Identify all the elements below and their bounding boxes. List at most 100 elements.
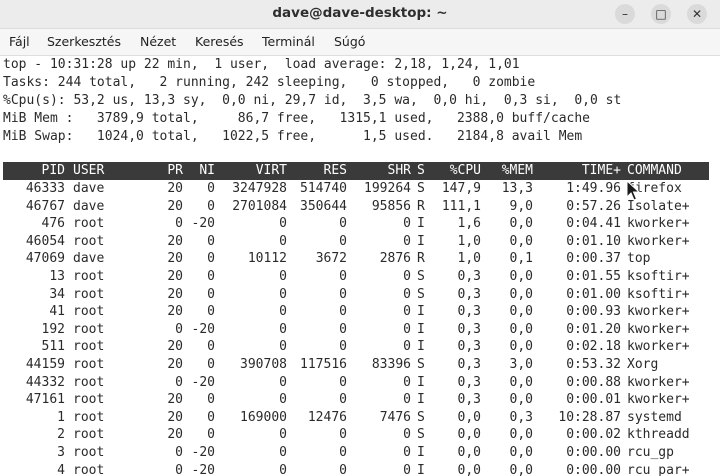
cell-pid: 46333 [25, 181, 65, 196]
menu-view[interactable]: Nézet [140, 34, 176, 49]
process-row: 34 root 20 0 0 0 0 S 0,3 0,0 0:01.00 ksoftir+ [3, 286, 709, 304]
cell-res: 0 [339, 462, 347, 476]
menu-file[interactable]: Fájl [9, 34, 30, 49]
cell-virt: 0 [279, 427, 287, 443]
cell-shr: 0 [403, 304, 411, 320]
cell-pid: 34 [49, 286, 65, 302]
cell-state: S [417, 409, 425, 425]
cell-time: 0:00.02 [566, 427, 621, 443]
cell-pr: 20 [167, 286, 183, 302]
cell-mem: 0,0 [509, 427, 533, 443]
cell-cpu: 0,0 [457, 427, 481, 443]
cell-pr: 20 [167, 357, 183, 372]
window-titlebar[interactable]: dave@dave-desktop: ~ – □ ✕ [0, 0, 720, 29]
cell-user: dave [73, 181, 105, 196]
cell-pr: 20 [167, 304, 183, 320]
cell-time: 0:53.32 [566, 357, 621, 372]
cell-cpu: 0,3 [457, 374, 481, 390]
cell-res: 0 [339, 216, 347, 232]
window-title: dave@dave-desktop: ~ [272, 5, 448, 21]
col-shr: SHR [387, 163, 411, 178]
col-cpu: %CPU [449, 163, 481, 178]
cell-pr: 20 [167, 409, 183, 425]
cell-pid: 3 [57, 445, 65, 460]
cell-shr: 95856 [371, 198, 411, 214]
cell-shr: 2876 [379, 251, 411, 267]
cell-mem: 0,0 [509, 233, 533, 249]
cell-ni: 0 [207, 392, 215, 408]
cell-pr: 20 [167, 339, 183, 355]
cell-res: 0 [339, 304, 347, 320]
cell-pid: 47069 [25, 251, 65, 267]
cell-time: 0:04.41 [566, 216, 621, 232]
maximize-button[interactable]: □ [651, 4, 671, 24]
cell-virt: 0 [279, 304, 287, 320]
close-button[interactable]: ✕ [687, 4, 707, 24]
terminal-scrollbar[interactable] [712, 160, 718, 476]
process-row: 41 root 20 0 0 0 0 I 0,3 0,0 0:00.93 kworker+ [3, 303, 709, 321]
cell-shr: 83396 [371, 357, 411, 372]
cell-cpu: 0,0 [457, 409, 481, 425]
cell-state: I [417, 392, 425, 408]
minimize-button[interactable]: – [615, 4, 635, 24]
menu-help[interactable]: Súgó [334, 34, 365, 49]
cell-command: rcu_gp [627, 445, 674, 460]
cell-shr: 0 [403, 321, 411, 337]
col-time: TIME+ [581, 163, 621, 178]
cell-res: 0 [339, 392, 347, 408]
cell-ni: -20 [191, 445, 215, 460]
cell-ni: 0 [207, 286, 215, 302]
cell-res: 12476 [307, 409, 347, 425]
cell-time: 0:01.00 [566, 286, 621, 302]
cell-mem: 0,3 [509, 409, 533, 425]
cell-command: kworker+ [627, 216, 690, 232]
cell-mem: 0,0 [509, 445, 533, 460]
menu-edit[interactable]: Szerkesztés [47, 34, 121, 49]
cell-state: I [417, 339, 425, 355]
cell-virt: 0 [279, 233, 287, 249]
terminal-output[interactable]: top - 10:31:28 up 22 min, 1 user, load a… [0, 56, 720, 476]
cell-cpu: 1,0 [457, 251, 481, 267]
cell-state: I [417, 304, 425, 320]
cell-ni: -20 [191, 321, 215, 337]
cell-shr: 0 [403, 374, 411, 390]
cell-virt: 0 [279, 445, 287, 460]
cell-user: root [73, 357, 105, 372]
process-table-header: PID USER PR NI VIRT RES SHR S %CPU %MEM … [3, 162, 709, 180]
col-res: RES [323, 163, 347, 178]
cell-mem: 0,0 [509, 374, 533, 390]
cell-time: 1:49.96 [566, 181, 621, 196]
top-swap-line: MiB Swap: 1024,0 total, 1022,5 free, 1,5… [3, 129, 583, 144]
menu-terminal[interactable]: Terminál [262, 34, 315, 49]
cell-mem: 0,0 [509, 304, 533, 320]
cell-cpu: 0,3 [457, 321, 481, 337]
cell-pid: 41 [49, 304, 65, 320]
cell-res: 350644 [300, 198, 347, 214]
col-state: S [417, 163, 425, 178]
cell-time: 0:01.20 [566, 321, 621, 337]
cell-state: S [417, 357, 425, 372]
process-row: 511 root 20 0 0 0 0 I 0,3 0,0 0:02.18 kworker+ [3, 338, 709, 356]
cell-cpu: 1,0 [457, 233, 481, 249]
cell-state: S [417, 427, 425, 443]
cell-virt: 0 [279, 339, 287, 355]
cell-shr: 0 [403, 339, 411, 355]
cell-virt: 0 [279, 286, 287, 302]
cell-mem: 3,0 [509, 357, 533, 372]
process-row: 46333 dave 20 0 3247928 514740 199264 S 147,9 13,… [3, 180, 709, 198]
cell-time: 0:00.37 [566, 251, 621, 267]
cell-res: 514740 [300, 181, 347, 196]
col-pr: PR [167, 163, 183, 178]
cell-ni: 0 [207, 409, 215, 425]
cell-shr: 0 [403, 427, 411, 443]
cell-command: kworker+ [627, 392, 690, 408]
cell-ni: 0 [207, 198, 215, 214]
cell-pr: 0 [175, 321, 183, 337]
cell-virt: 169000 [240, 409, 287, 425]
menu-search[interactable]: Keresés [195, 34, 244, 49]
cell-shr: 0 [403, 462, 411, 476]
cell-cpu: 0,0 [457, 445, 481, 460]
process-row: 44159 root 20 0 390708 117516 83396 S 0,3 3,0 0:53… [3, 356, 709, 374]
cell-command: systemd [627, 409, 682, 425]
cell-pr: 0 [175, 462, 183, 476]
